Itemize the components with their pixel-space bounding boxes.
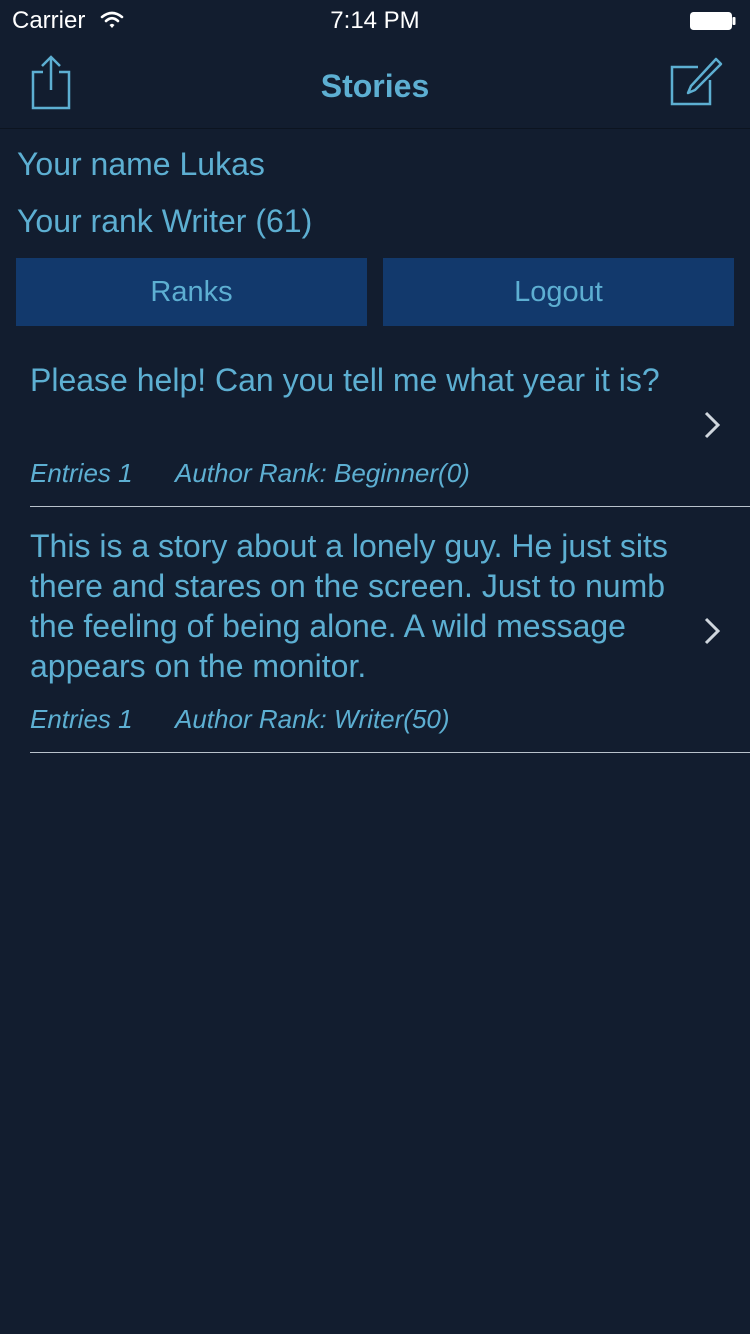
story-entries-count: Entries 1 xyxy=(30,704,133,734)
page-title: Stories xyxy=(320,68,430,104)
story-entries-count: Entries 1 xyxy=(30,458,133,488)
story-text: This is a story about a lonely guy. He j… xyxy=(30,528,668,684)
logout-button[interactable]: Logout xyxy=(383,258,734,326)
story-text: Please help! Can you tell me what year i… xyxy=(30,362,660,398)
user-rank-label: Your rank Writer (61) xyxy=(17,203,313,239)
status-bar: Carrier 7:14 PM xyxy=(0,0,750,40)
story-author-rank: Author Rank: Writer(50) xyxy=(175,704,450,734)
story-list-item[interactable]: This is a story about a lonely guy. He j… xyxy=(30,516,750,753)
compose-icon[interactable] xyxy=(668,56,724,108)
ranks-button[interactable]: Ranks xyxy=(16,258,367,326)
chevron-right-icon xyxy=(704,617,721,645)
story-list-item[interactable]: Please help! Can you tell me what year i… xyxy=(30,350,750,507)
story-author-rank: Author Rank: Beginner(0) xyxy=(175,458,470,488)
status-time: 7:14 PM xyxy=(330,7,420,34)
navigation-bar: Stories xyxy=(0,40,750,129)
user-name-label: Your name Lukas xyxy=(17,146,265,182)
chevron-right-icon xyxy=(704,411,721,439)
battery-icon xyxy=(690,12,736,30)
